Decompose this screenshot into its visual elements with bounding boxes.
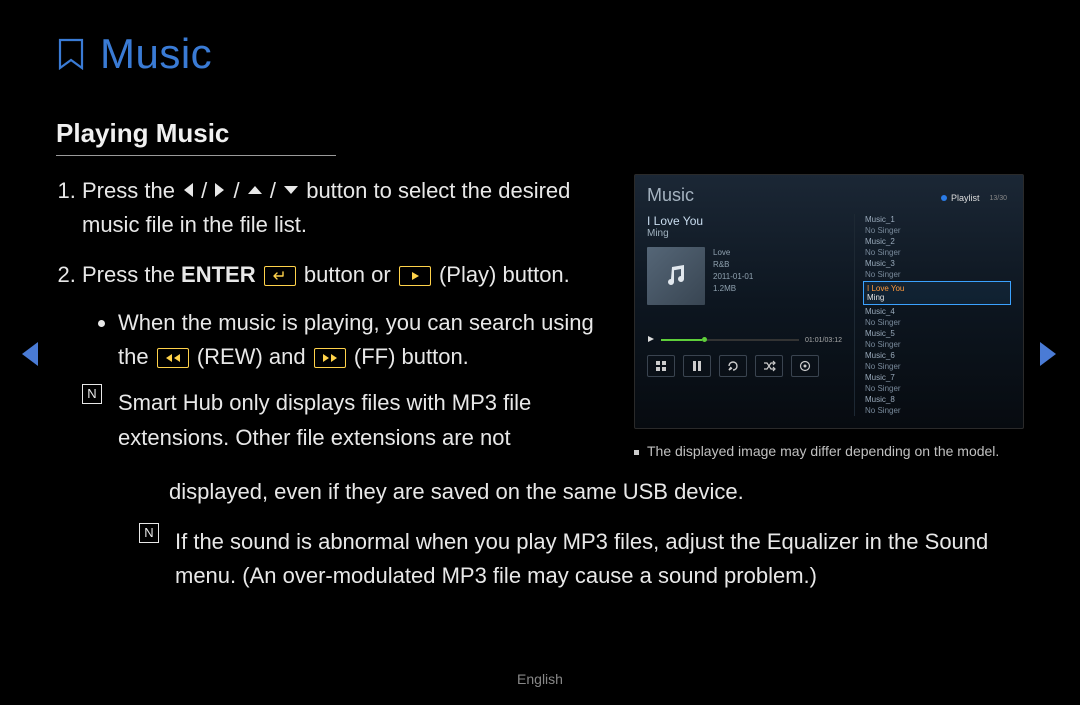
selected-artist: Ming: [867, 293, 1007, 302]
wide-notes: displayed, even if they are saved on the…: [56, 475, 1024, 593]
meta-size: 1.2MB: [713, 283, 753, 295]
page-title: Music: [100, 30, 212, 78]
repeat-button[interactable]: [719, 355, 747, 377]
step1-pre: Press the: [82, 178, 181, 203]
now-playing: I Love You Ming Love R&B 2011: [647, 214, 842, 416]
enter-icon: [264, 266, 296, 286]
list-item: Music_6: [863, 350, 1011, 361]
album-art: [647, 247, 705, 305]
progress-fill: [661, 339, 702, 341]
page: Music Playing Music Press the / / / butt…: [0, 0, 1080, 705]
preview-tab: Playlist: [941, 193, 980, 203]
step2-pre: Press the: [82, 262, 181, 287]
list-item: Music_2: [863, 236, 1011, 247]
step2-mid: button or: [304, 262, 397, 287]
note-icon: N: [139, 523, 159, 543]
shuffle-button[interactable]: [755, 355, 783, 377]
list-item-sub: No Singer: [863, 361, 1011, 372]
list-item-sub: No Singer: [863, 225, 1011, 236]
meta-genre: Love: [713, 247, 753, 259]
play-state-icon: [647, 335, 655, 345]
grid-button[interactable]: [647, 355, 675, 377]
album-row: Love R&B 2011-01-01 1.2MB: [647, 247, 842, 305]
note-1-partB: displayed, even if they are saved on the…: [56, 475, 1024, 509]
selected-name: I Love You: [867, 284, 1007, 293]
bullet1-rew: (REW) and: [197, 344, 312, 369]
music-note-icon: [662, 262, 690, 290]
nav-left-icon: [181, 181, 195, 199]
step-1: Press the / / / button to select the des…: [82, 174, 608, 242]
song-title: I Love You: [647, 214, 842, 228]
info-button[interactable]: [791, 355, 819, 377]
preview-body: I Love You Ming Love R&B 2011: [647, 214, 1011, 416]
sub-bullets: When the music is playing, you can searc…: [82, 306, 608, 374]
note-1-block: N Smart Hub only displays files with MP3…: [82, 386, 608, 454]
meta-date: 2011-01-01: [713, 271, 753, 283]
next-page-button[interactable]: [1036, 340, 1060, 368]
preview-column: Music Playlist 13/30 I Love You Ming: [634, 174, 1024, 459]
list-item: Music_3: [863, 258, 1011, 269]
list-item: Music_5: [863, 328, 1011, 339]
list-item-sub: No Singer: [863, 339, 1011, 350]
album-meta: Love R&B 2011-01-01 1.2MB: [713, 247, 753, 295]
footer-lang: English: [0, 671, 1080, 687]
preview-page: 13/30: [989, 195, 1007, 202]
note-2-text: If the sound is abnormal when you play M…: [175, 525, 1024, 593]
preview-title: Music: [647, 185, 694, 206]
play-icon: [399, 266, 431, 286]
instructions: Press the / / / button to select the des…: [56, 174, 608, 471]
list-item-sub: No Singer: [863, 269, 1011, 280]
bullet-icon: [634, 450, 639, 455]
preview-header: Music Playlist 13/30: [647, 185, 1011, 206]
list-item: Music_4: [863, 306, 1011, 317]
title-row: Music: [56, 30, 1024, 78]
list-item: Music_8: [863, 394, 1011, 405]
step-2: Press the ENTER button or (Play) button.…: [82, 258, 608, 454]
song-artist: Ming: [647, 228, 842, 239]
progress-row: 01:01/03:12: [647, 335, 842, 345]
pause-button[interactable]: [683, 355, 711, 377]
progress-bar[interactable]: [661, 339, 799, 341]
step2-play-label: (Play) button.: [439, 262, 570, 287]
dot-icon: [941, 195, 947, 201]
list-item-sub: No Singer: [863, 247, 1011, 258]
list-item-sub: No Singer: [863, 383, 1011, 394]
bullet1-ff: (FF) button.: [354, 344, 469, 369]
nav-up-icon: [246, 183, 264, 197]
meta-subgenre: R&B: [713, 259, 753, 271]
enter-label: ENTER: [181, 262, 256, 287]
prev-page-button[interactable]: [18, 340, 42, 368]
preview-caption: The displayed image may differ depending…: [634, 443, 1024, 459]
content-area: Press the / / / button to select the des…: [56, 174, 1024, 471]
section-title: Playing Music: [56, 118, 336, 156]
player-controls: [647, 355, 842, 377]
playlist[interactable]: Music_1 No Singer Music_2 No Singer Musi…: [854, 214, 1011, 416]
note-icon: N: [82, 384, 102, 404]
nav-down-icon: [282, 183, 300, 197]
note-2-block: N If the sound is abnormal when you play…: [56, 525, 1024, 593]
list-item-sub: No Singer: [863, 405, 1011, 416]
list-item: Music_7: [863, 372, 1011, 383]
nav-right-icon: [213, 181, 227, 199]
bookmark-icon: [56, 38, 86, 70]
preview-tab-label: Playlist: [951, 193, 980, 203]
progress-thumb[interactable]: [702, 337, 707, 342]
list-item: Music_1: [863, 214, 1011, 225]
bullet-1: When the music is playing, you can searc…: [118, 306, 608, 374]
time-display: 01:01/03:12: [805, 337, 842, 344]
preview-panel: Music Playlist 13/30 I Love You Ming: [634, 174, 1024, 429]
note-1-partA: Smart Hub only displays files with MP3 f…: [118, 386, 608, 454]
list-item-sub: No Singer: [863, 317, 1011, 328]
fastforward-icon: [314, 348, 346, 368]
list-item-selected[interactable]: I Love You Ming: [863, 281, 1011, 305]
caption-text: The displayed image may differ depending…: [647, 443, 999, 459]
rewind-icon: [157, 348, 189, 368]
